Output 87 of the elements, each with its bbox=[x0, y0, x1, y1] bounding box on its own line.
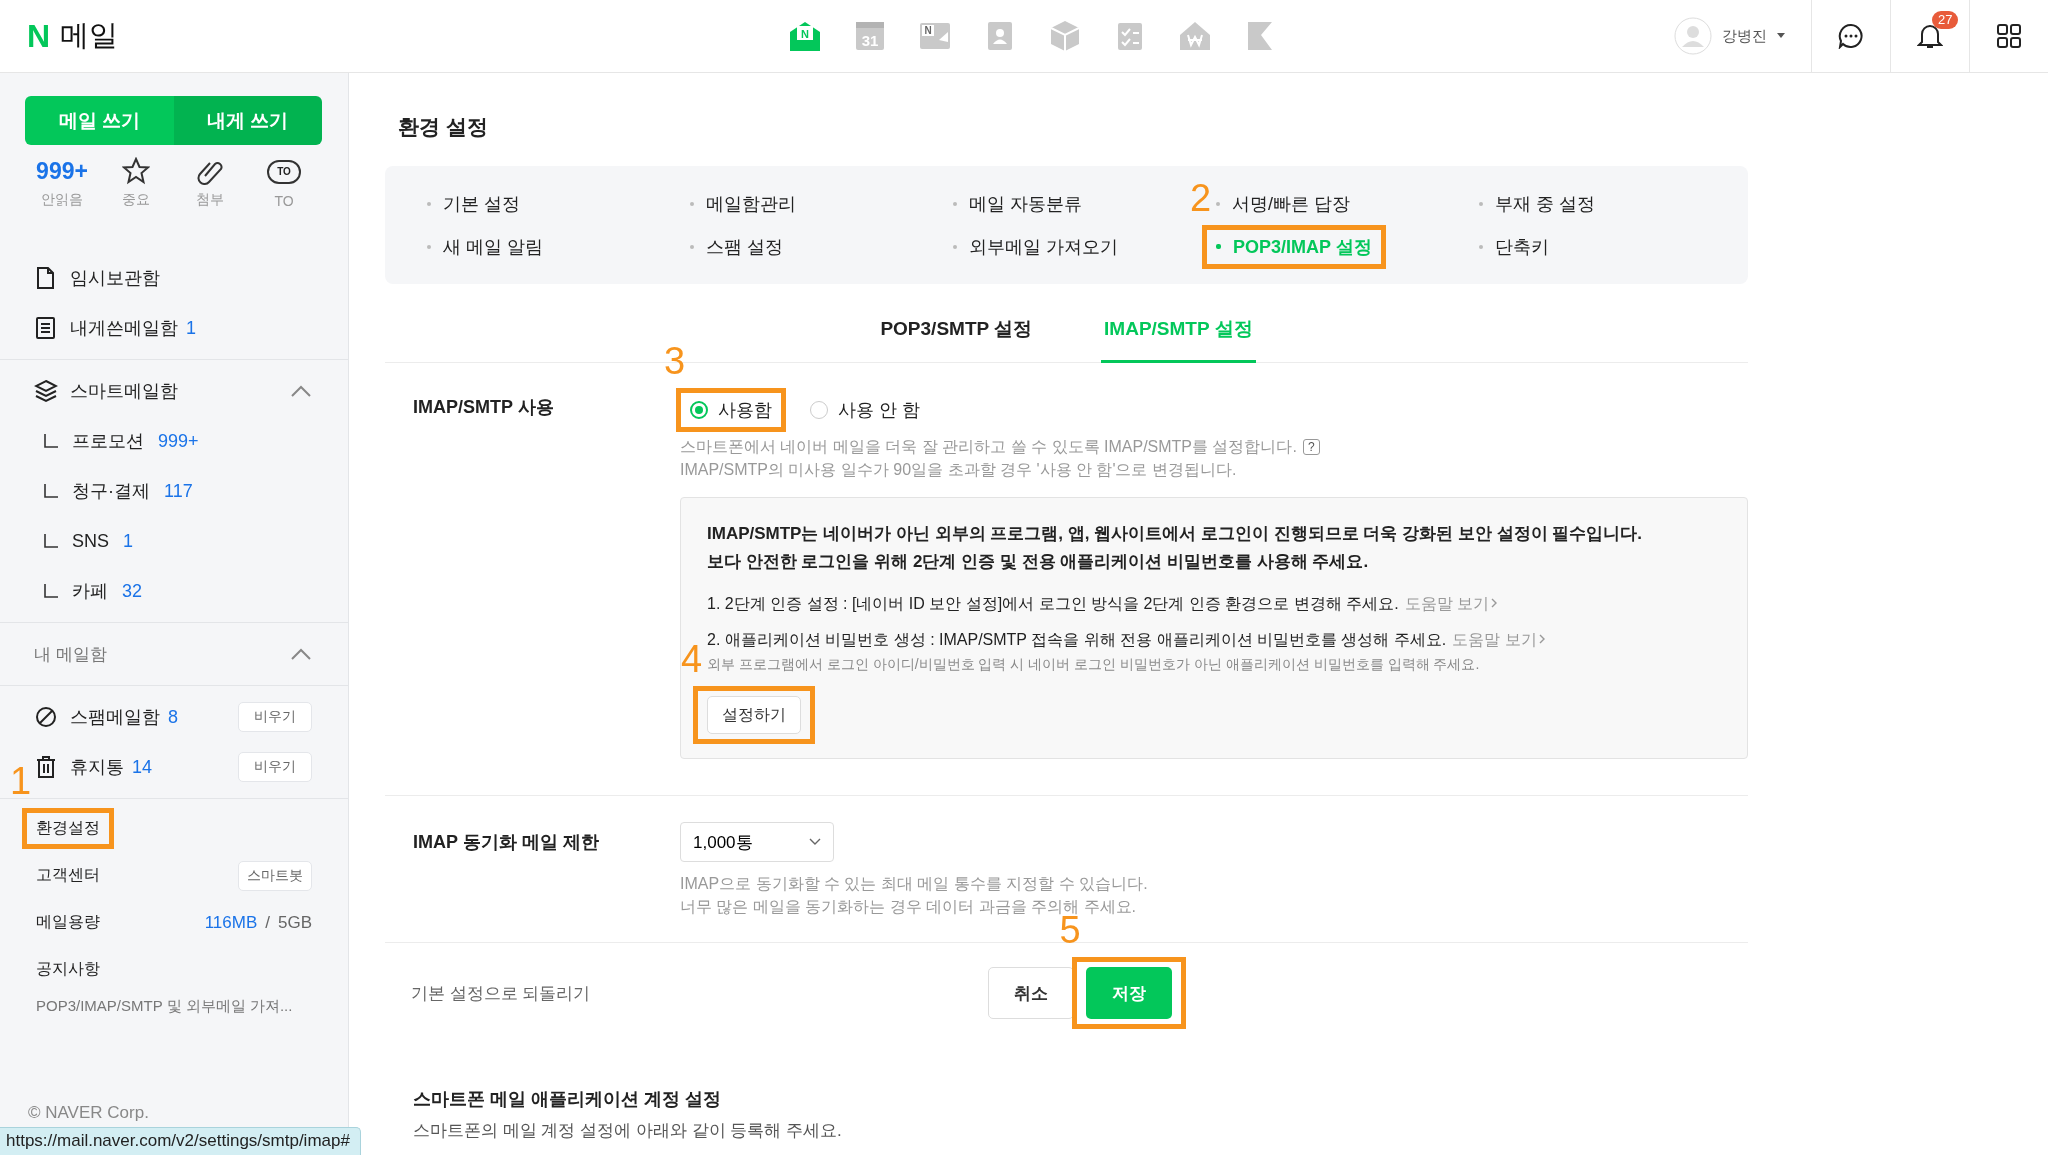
settings-menu-link[interactable]: 단축키 bbox=[1479, 234, 1549, 259]
folder-link[interactable]: SNS bbox=[72, 530, 109, 552]
settings-menu-link[interactable]: 외부메일 가져오기 bbox=[953, 234, 1118, 259]
logo-text[interactable]: 메일 bbox=[60, 16, 119, 56]
radio-option[interactable]: 사용 안 함 bbox=[810, 398, 920, 422]
unread-count: 14 bbox=[132, 756, 153, 778]
chevron-icon[interactable] bbox=[290, 647, 312, 661]
unread-count: 32 bbox=[122, 580, 143, 602]
star-icon[interactable] bbox=[122, 157, 150, 185]
unread-count: 8 bbox=[168, 706, 178, 728]
folder-link[interactable]: 스팸메일함 bbox=[70, 705, 160, 729]
footer-link[interactable]: 공지사항 bbox=[36, 959, 100, 980]
empty-button[interactable]: 비우기 bbox=[238, 752, 312, 782]
prohibited-icon bbox=[34, 705, 58, 729]
field-label: IMAP/SMTP 사용 bbox=[413, 396, 554, 419]
reset-link[interactable]: 기본 설정으로 되돌리기 bbox=[411, 981, 988, 1005]
help-button[interactable]: ? bbox=[1302, 439, 1320, 455]
to-icon[interactable]: TO bbox=[267, 160, 301, 184]
instruction-text: 2. 애플리케이션 비밀번호 생성 : IMAP/SMTP 접속을 위해 전용 애플리케이션 비밀번호를 생성해 주세요. bbox=[707, 631, 1447, 648]
settings-menu-link[interactable]: 새 메일 알림 bbox=[427, 234, 543, 259]
folder-link[interactable]: 카페 bbox=[72, 579, 108, 603]
help-text: IMAP/SMTP의 미사용 일수가 90일을 초과할 경우 '사용 안 함'으로 변경됩니다. bbox=[680, 461, 1237, 478]
step-number: 2 bbox=[1190, 178, 1212, 217]
unread-count: 1 bbox=[186, 317, 196, 339]
setup-button[interactable]: 설정하기 bbox=[707, 696, 801, 734]
notification-badge: 27 bbox=[1932, 10, 1959, 29]
step-number: 4 bbox=[681, 640, 703, 678]
footer-link[interactable]: 고객센터 bbox=[36, 865, 100, 886]
note-text: 외부 프로그램에서 로그인 아이디/비밀번호 입력 시 네이버 로그인 비밀번호가 아닌 애플리케이션 비밀번호를 입력해 주세요. bbox=[707, 656, 1481, 674]
section-title: 스마트폰 메일 애플리케이션 계정 설정 bbox=[413, 1088, 722, 1111]
settings-menu-link[interactable]: 메일 자동분류 bbox=[953, 191, 1082, 216]
tree-branch-icon bbox=[44, 434, 58, 448]
notice-link[interactable]: POP3/IMAP/SMTP 및 외부메일 가져... bbox=[0, 993, 348, 1020]
empty-button[interactable]: 비우기 bbox=[238, 702, 312, 732]
folder-group-title[interactable]: 스마트메일함 bbox=[70, 379, 178, 403]
chevron-icon bbox=[809, 838, 821, 846]
trash-icon bbox=[34, 755, 58, 779]
tree-branch-icon bbox=[44, 534, 58, 548]
folder-link[interactable]: 내게쓴메일함 bbox=[70, 316, 178, 340]
settings-menu-link[interactable]: 서명/빠른 답장 bbox=[1216, 191, 1350, 216]
instruction-text: 1. 2단계 인증 설정 : [네이버 ID 보안 설정]에서 로그인 방식을 2단계 인증 환경으로 변경해 주세요. bbox=[707, 595, 1399, 612]
radio-icon[interactable] bbox=[810, 401, 828, 419]
folder-link[interactable]: 휴지통 bbox=[70, 755, 124, 779]
settings-menu-link[interactable]: 메일함관리 bbox=[690, 191, 796, 216]
storage-used: 116MB bbox=[204, 912, 258, 933]
page-title: 환경 설정 bbox=[397, 114, 489, 140]
radio-option[interactable]: 사용함 bbox=[690, 398, 772, 422]
section-subtitle: 스마트폰의 메일 계정 설정에 아래와 같이 등록해 주세요. bbox=[413, 1120, 843, 1142]
footer-link[interactable]: 환경설정 bbox=[36, 818, 100, 839]
help-text: IMAP으로 동기화할 수 있는 최대 메일 통수를 지정할 수 있습니다. bbox=[680, 874, 1149, 894]
caret-icon[interactable] bbox=[1777, 33, 1785, 39]
folder-link[interactable]: 임시보관함 bbox=[70, 266, 160, 290]
field-label: IMAP 동기화 메일 제한 bbox=[413, 831, 599, 854]
folder-link[interactable]: 프로모션 bbox=[72, 429, 144, 453]
copyright-text: © NAVER Corp. bbox=[28, 1103, 149, 1123]
help-text: 스마트폰에서 네이버 메일을 더욱 잘 관리하고 쓸 수 있도록 IMAP/SMTP를 설정합니다. bbox=[680, 438, 1297, 455]
unread-count: 1 bbox=[123, 530, 134, 552]
settings-menu-link[interactable]: 스팸 설정 bbox=[690, 234, 783, 259]
grid-menu-icon[interactable] bbox=[1997, 24, 2021, 48]
settings-tab[interactable]: POP3/SMTP 설정 bbox=[877, 316, 1036, 363]
separator-text: / bbox=[265, 912, 270, 933]
folder-link[interactable]: 청구·결제 bbox=[72, 479, 150, 503]
tree-branch-icon bbox=[44, 584, 58, 598]
list-icon bbox=[34, 316, 58, 340]
notice-text: 보다 안전한 로그인을 위해 2단계 인증 및 전용 애플리케이션 비밀번호를 사용해 주세요. bbox=[707, 551, 1370, 573]
folder-group-title[interactable]: 내 메일함 bbox=[34, 642, 107, 666]
chatbot-button[interactable]: 스마트봇 bbox=[238, 860, 312, 891]
cancel-button[interactable]: 취소 bbox=[987, 967, 1074, 1019]
user-name[interactable]: 강병진 bbox=[1722, 26, 1767, 46]
chat-icon[interactable] bbox=[1838, 23, 1864, 49]
notice-text: IMAP/SMTP는 네이버가 아닌 외부의 프로그램, 앱, 웹사이트에서 로그인이 진행되므로 더욱 강화된 보안 설정이 필수입니다. bbox=[707, 523, 1644, 545]
storage-label: 메일용량 bbox=[36, 912, 100, 932]
step-number: 3 bbox=[664, 342, 686, 380]
chevron-icon[interactable] bbox=[290, 384, 312, 398]
bell-icon[interactable] bbox=[1917, 22, 1943, 50]
limit-dropdown[interactable]: 1,000통 bbox=[680, 822, 834, 862]
settings-menu-link[interactable]: 기본 설정 bbox=[427, 191, 520, 216]
tree-branch-icon bbox=[44, 484, 58, 498]
storage-total: 5GB bbox=[277, 912, 312, 933]
step-number: 1 bbox=[10, 762, 32, 800]
layers-icon bbox=[34, 379, 58, 403]
settings-menu-link[interactable]: 부재 중 설정 bbox=[1479, 191, 1595, 216]
radio-icon[interactable] bbox=[690, 401, 708, 419]
unread-count: 999+ bbox=[158, 430, 199, 452]
unread-count[interactable]: 999+ bbox=[36, 157, 88, 185]
status-url-bar: https://mail.naver.com/v2/settings/smtp/imap# bbox=[0, 1127, 361, 1155]
unread-count: 117 bbox=[164, 480, 193, 502]
